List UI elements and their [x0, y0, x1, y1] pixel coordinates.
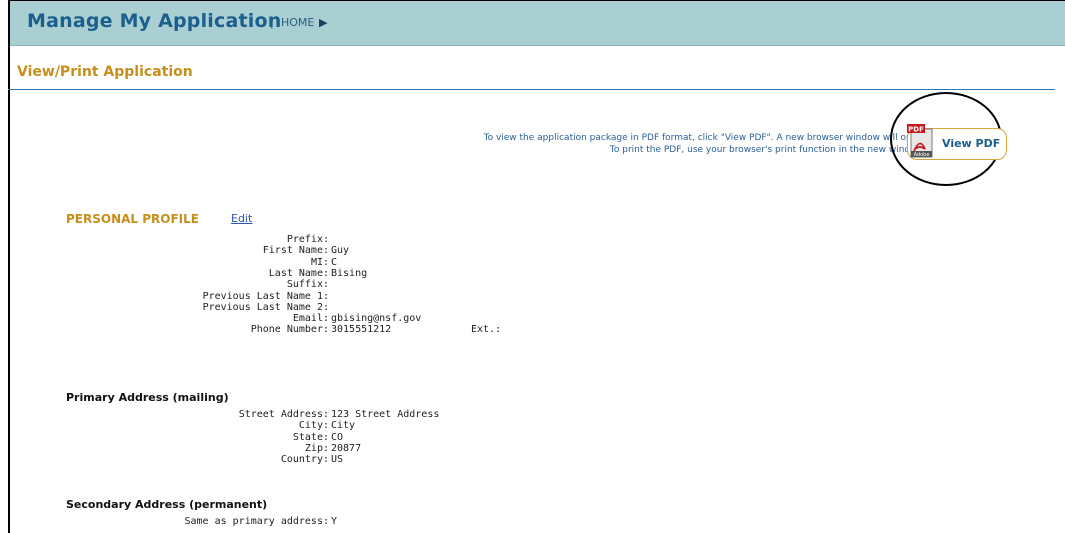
- secondary-address-heading: Secondary Address (permanent): [66, 498, 268, 511]
- extension-label: Ext.:: [471, 324, 502, 336]
- field-row: Country: US: [0, 454, 600, 467]
- page-title: View/Print Application: [17, 64, 193, 80]
- field-label: Previous Last Name 1:: [202, 290, 329, 302]
- view-pdf-button[interactable]: PDF Adobe View PDF: [907, 124, 1007, 160]
- app-header: Manage My Application | HOME ▶: [10, 1, 1065, 46]
- pdf-icon-brand: Adobe: [914, 152, 930, 158]
- edit-profile-link[interactable]: Edit: [231, 212, 252, 225]
- field-label: State:: [292, 431, 329, 443]
- field-label: Email:: [292, 313, 329, 325]
- field-label: Zip:: [304, 442, 329, 454]
- field-value: Bising: [331, 267, 368, 279]
- field-label: City:: [298, 420, 329, 432]
- title-divider: [8, 89, 1055, 90]
- field-label: MI:: [310, 256, 329, 268]
- field-value: US: [331, 454, 344, 466]
- field-label: Country:: [280, 454, 329, 466]
- app-title: Manage My Application: [27, 10, 282, 32]
- field-label: Same as primary address:: [184, 516, 330, 527]
- field-label: Suffix:: [286, 279, 329, 291]
- field-value: C: [331, 256, 338, 268]
- field-label: Last Name:: [268, 267, 329, 279]
- pdf-file-icon: PDF Adobe: [907, 124, 933, 158]
- field-row: Same as primary address: Y: [0, 516, 600, 529]
- field-label: Street Address:: [238, 409, 329, 420]
- field-label: Prefix:: [286, 234, 329, 245]
- field-row: Phone Number: 3015551212 Ext.:: [0, 324, 600, 337]
- pdf-instructions-line-1: To view the application package in PDF f…: [483, 133, 923, 143]
- field-label: Previous Last Name 2:: [202, 301, 329, 313]
- primary-address-heading: Primary Address (mailing): [66, 391, 229, 404]
- field-value: City: [331, 420, 356, 432]
- field-value: 3015551212: [331, 324, 392, 336]
- home-arrow-icon[interactable]: ▶: [319, 16, 327, 29]
- field-value: Y: [331, 516, 338, 527]
- header-separator: |: [270, 16, 274, 29]
- home-link[interactable]: HOME: [281, 16, 314, 29]
- field-value: 123 Street Address: [331, 409, 440, 420]
- field-label: First Name:: [262, 245, 329, 257]
- field-value: gbising@nsf.gov: [331, 313, 422, 325]
- personal-profile-heading: PERSONAL PROFILE: [66, 212, 199, 226]
- field-value: 20877: [331, 442, 362, 454]
- field-label: Phone Number:: [250, 324, 329, 336]
- pdf-icon-badge: PDF: [908, 126, 924, 134]
- field-value: Guy: [331, 245, 350, 257]
- pdf-instructions: To view the application package in PDF f…: [363, 132, 923, 156]
- view-pdf-label[interactable]: View PDF: [942, 137, 1000, 150]
- pdf-instructions-line-2: To print the PDF, use your browser's pri…: [609, 145, 923, 155]
- field-value: CO: [331, 431, 344, 443]
